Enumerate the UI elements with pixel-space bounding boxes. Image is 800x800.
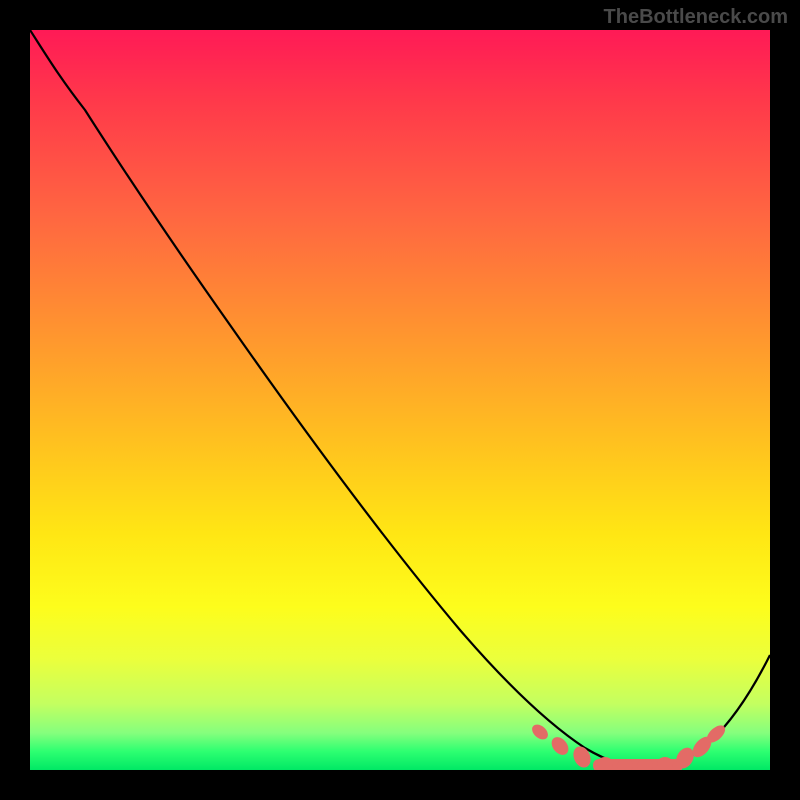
chart-svg-overlay — [30, 30, 770, 770]
watermark-text: TheBottleneck.com — [604, 6, 788, 29]
bottleneck-curve — [30, 30, 770, 768]
chart-plot-area — [30, 30, 770, 770]
